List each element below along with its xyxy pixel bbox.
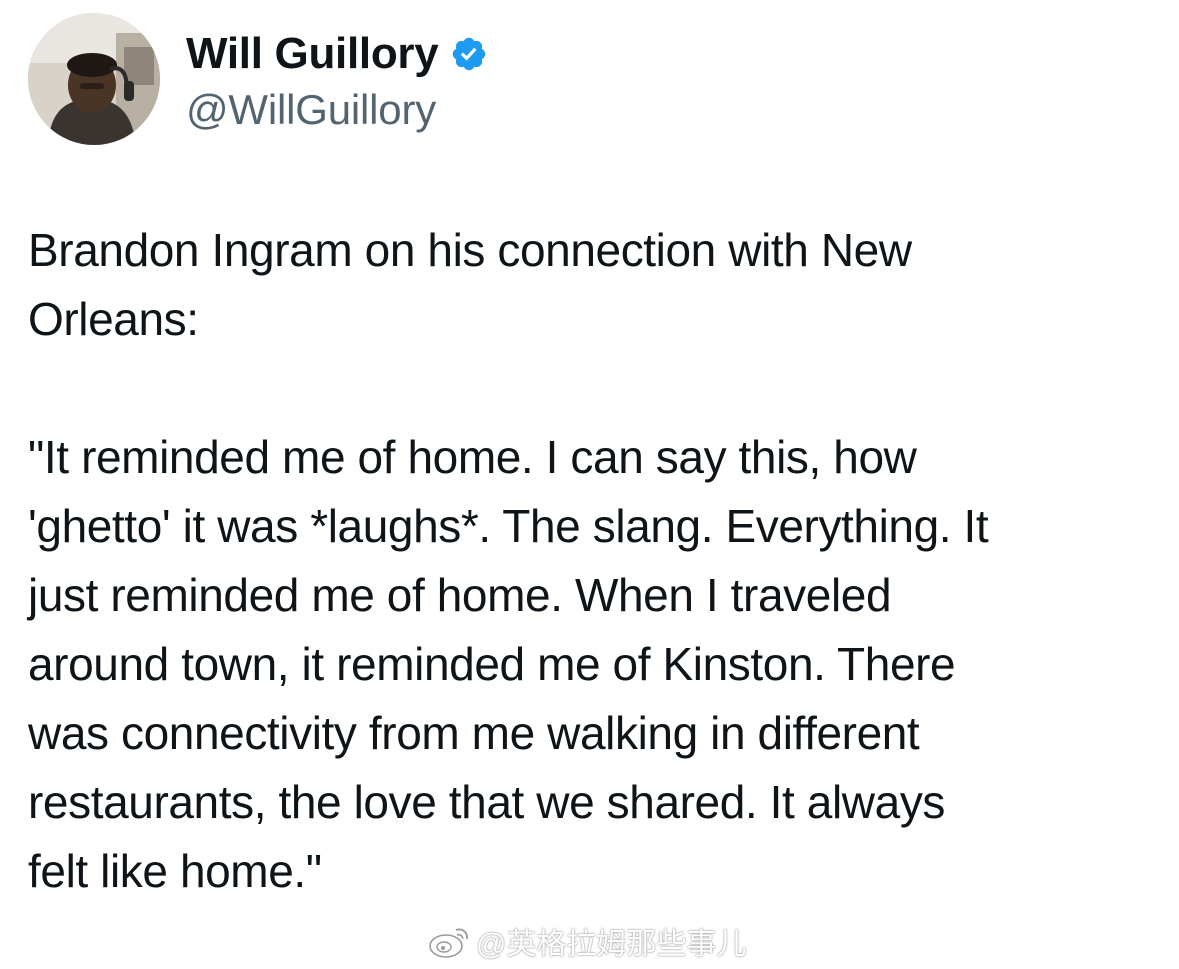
- tweet-intro: Brandon Ingram on his connection with Ne…: [28, 224, 912, 345]
- watermark: @英格拉姆那些事儿: [428, 920, 746, 962]
- tweet-quote: "It reminded me of home. I can say this,…: [28, 431, 989, 897]
- tweet-card: Will Guillory @WillGuillory Brandon Ingr…: [0, 0, 1179, 969]
- tweet-header: Will Guillory @WillGuillory: [28, 12, 488, 146]
- author-handle[interactable]: @WillGuillory: [186, 86, 488, 134]
- author-names: Will Guillory @WillGuillory: [186, 12, 488, 146]
- name-row: Will Guillory: [186, 24, 488, 84]
- author-display-name[interactable]: Will Guillory: [186, 29, 439, 79]
- avatar[interactable]: [28, 13, 160, 145]
- weibo-logo-icon: [429, 928, 468, 958]
- avatar-image: [28, 13, 160, 145]
- watermark-text: @英格拉姆那些事儿: [476, 928, 747, 961]
- verified-badge-icon: [450, 35, 488, 73]
- tweet-text: Brandon Ingram on his connection with Ne…: [28, 216, 1148, 906]
